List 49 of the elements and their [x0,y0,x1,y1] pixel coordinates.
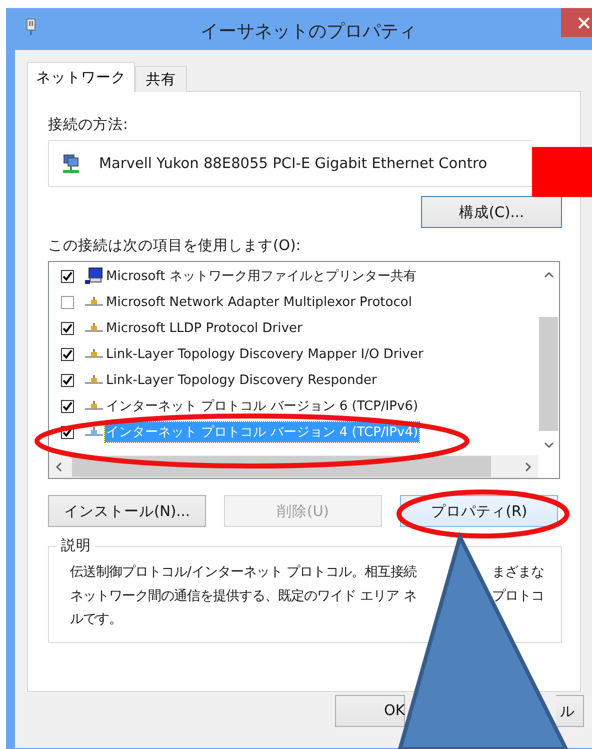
checkbox[interactable] [61,348,74,360]
network-adapter-icon [61,152,81,174]
checkbox[interactable] [61,322,74,334]
scrollbar-thumb[interactable] [539,317,558,431]
dialog-button[interactable]: OK [335,695,405,727]
tab[interactable]: 共有 [135,66,187,92]
items-label: この接続は次の項目を使用します(O): [48,237,301,255]
checkbox[interactable] [61,270,74,282]
item-label[interactable]: Link-Layer Topology Discovery Responder [105,372,378,388]
redaction-block [532,147,592,197]
connect-using-label: 接続の方法: [48,116,128,134]
scroll-right-icon[interactable] [525,462,532,472]
check-icon [62,348,73,360]
protocol-icon [85,323,103,333]
check-icon [62,400,73,412]
configure-button[interactable]: 構成(C)... [421,196,562,228]
description-text: ネットワーク間の通信を提供する、既定のワイド エリア ネ [70,588,416,606]
description-text: プロトコ [492,588,544,606]
description-text: ルです。 [70,611,122,629]
check-icon [62,270,73,282]
group-title: 説明 [57,536,95,555]
description-text: まざまな [492,564,544,582]
adapter-name: Marvell Yukon 88E8055 PCI-E Gigabit Ethernet Contro [99,156,488,172]
protocol-icon [85,427,103,437]
item-label[interactable]: Microsoft LLDP Protocol Driver [105,320,304,336]
check-icon [62,374,73,386]
checkbox[interactable] [61,374,74,386]
check-icon [62,322,73,334]
item-label[interactable]: Microsoft ネットワーク用ファイルとプリンター共有 [105,266,418,286]
dialog-button[interactable]: ル [556,695,584,727]
window-title: イーサネットのプロパティ [200,20,418,43]
close-icon [578,16,590,28]
scroll-left-icon[interactable] [55,462,62,472]
item-label[interactable]: Microsoft Network Adapter Multiplexor Protocol [105,294,413,310]
description-text: 伝送制御プロトコル/インターネット プロトコル。相互接続 [70,564,417,582]
tab[interactable]: ネットワーク [27,62,135,92]
scroll-up-icon[interactable] [544,271,554,278]
checkbox[interactable] [61,296,74,308]
protocol-icon [85,401,103,411]
ethernet-icon [26,18,36,36]
computer-icon [85,267,103,285]
scroll-down-icon[interactable] [544,442,554,449]
action-button[interactable]: インストール(N)... [48,495,206,527]
checkbox[interactable] [61,400,74,412]
protocol-icon [85,349,103,359]
protocol-icon [85,375,103,385]
protocol-icon [85,297,103,307]
item-label[interactable]: インターネット プロトコル バージョン 6 (TCP/IPv6) [105,396,420,416]
item-label[interactable]: Link-Layer Topology Discovery Mapper I/O Driver [105,346,424,362]
